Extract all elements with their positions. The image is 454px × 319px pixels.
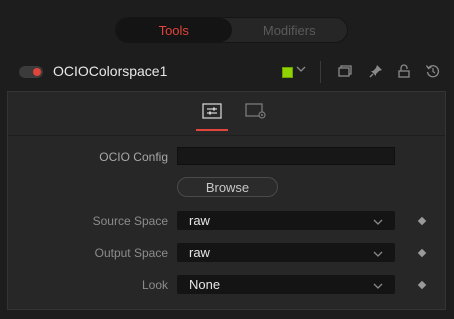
node-color-chip[interactable] [282, 67, 293, 78]
output-space-dropdown[interactable]: raw [177, 243, 395, 262]
active-tab-indicator [196, 129, 228, 131]
header-divider [320, 61, 321, 83]
source-space-label: Source Space [92, 214, 168, 228]
look-label: Look [141, 278, 168, 292]
panel-divider [8, 135, 445, 136]
inspector-window: Tools Modifiers OCIOColorspace1 OCIO Con… [0, 0, 454, 319]
look-value: None [189, 277, 221, 292]
chevron-down-icon [373, 246, 383, 257]
keyframe-diamond-icon[interactable] [417, 216, 427, 226]
source-space-value: raw [189, 213, 210, 228]
enable-indicator [33, 68, 41, 76]
node-controls-panel: OCIO Config Browse Source Space raw Outp… [7, 91, 446, 310]
pin-icon[interactable] [367, 62, 385, 80]
versions-icon[interactable] [336, 62, 354, 80]
look-dropdown[interactable]: None [177, 275, 395, 294]
node-header: OCIOColorspace1 [0, 55, 454, 89]
chevron-down-icon [373, 214, 383, 225]
chevron-down-icon [373, 278, 383, 289]
browse-button[interactable]: Browse [177, 177, 278, 197]
reset-icon[interactable] [424, 62, 442, 80]
color-chevron-down-icon[interactable] [296, 64, 306, 77]
output-space-value: raw [189, 245, 210, 260]
tab-tools[interactable]: Tools [116, 18, 232, 42]
node-name: OCIOColorspace1 [53, 63, 168, 79]
controls-tab-icon[interactable] [201, 102, 223, 120]
ocio-config-label: OCIO Config [99, 150, 168, 164]
node-enable-toggle[interactable] [19, 66, 43, 78]
lock-icon[interactable] [395, 62, 413, 80]
tools-modifiers-switch: Tools Modifiers [115, 17, 348, 43]
output-space-label: Output Space [94, 246, 168, 260]
keyframe-diamond-icon[interactable] [417, 248, 427, 258]
settings-tab-icon[interactable] [245, 102, 267, 120]
tab-modifiers[interactable]: Modifiers [232, 18, 348, 42]
ocio-config-field[interactable] [177, 147, 395, 165]
source-space-dropdown[interactable]: raw [177, 211, 395, 230]
keyframe-diamond-icon[interactable] [417, 280, 427, 290]
